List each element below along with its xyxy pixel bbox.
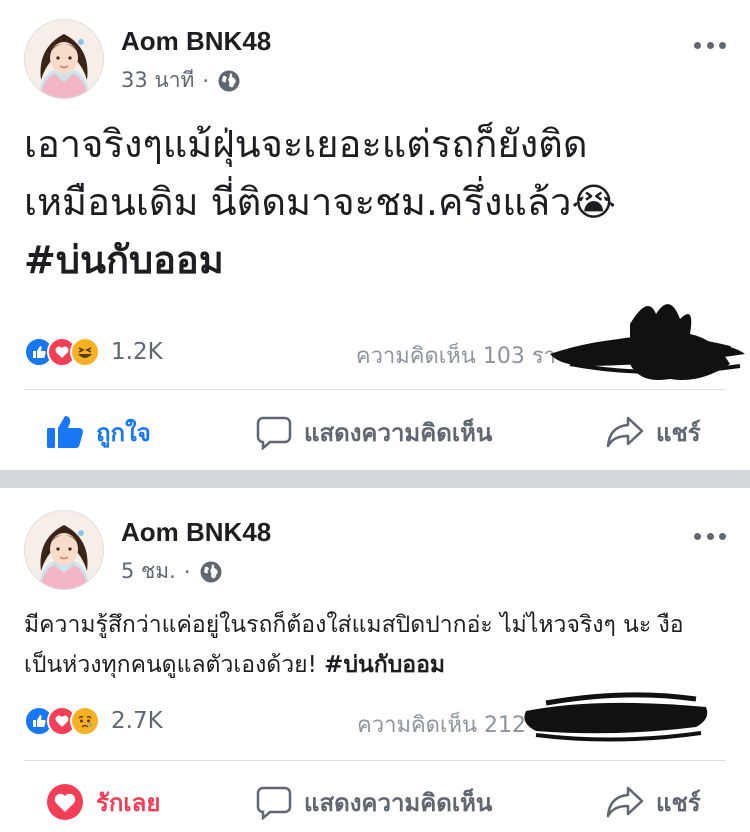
globe-icon [218,70,240,91]
meta-dot: · [183,559,191,584]
redaction-scribble [524,692,708,742]
post-time[interactable]: 5 ชม. [121,555,176,588]
comment-label: แสดงความคิดเห็น [304,788,493,817]
love-label: รักเลย [96,788,161,817]
like-button[interactable]: ถูกใจ [46,413,151,452]
post-text-line-1: เอาจริงๆแม้ฝุ่นจะเยอะแต่รถก็ยังติด [24,122,588,166]
post-actions: ถูกใจ แสดงความคิดเห็น แชร์ [0,402,750,462]
reactions-summary[interactable]: 1.2K ความคิดเห็น 103 รา [24,304,745,380]
share-icon [606,416,644,448]
hashtag-link[interactable]: #บ่นกับออม [24,231,724,289]
post-meta: 5 ชม. · [121,555,223,588]
reaction-count: 1.2K [111,339,163,365]
reaction-icons [24,706,100,736]
globe-icon [200,561,221,582]
haha-reaction-icon [70,337,100,367]
author-name[interactable]: Aom BNK48 [121,26,271,57]
comment-icon [256,786,292,820]
share-label: แชร์ [656,418,701,447]
avatar-image [25,20,103,98]
love-button[interactable]: รักเลย [46,783,160,822]
avatar[interactable] [24,510,104,590]
love-icon [47,784,83,820]
comments-count[interactable]: ความคิดเห็น 212 [357,707,526,742]
share-button[interactable]: แชร์ [606,413,701,452]
comment-button[interactable]: แสดงความคิดเห็น [256,413,492,452]
post-time[interactable]: 33 นาที [121,64,194,97]
divider [24,760,726,761]
comments-count[interactable]: ความคิดเห็น 103 รา [356,338,556,373]
share-icon [606,786,644,818]
post-meta: 33 นาที · [121,64,241,97]
post-text-line-2: เหมือนเดิม นี่ติดมาจะชม.ครึ่งแล้ว😭 [24,180,616,224]
divider [24,389,726,390]
redaction-scribble [550,304,745,380]
comment-label: แสดงความคิดเห็น [304,418,493,447]
avatar-image [25,511,103,589]
post-2: Aom BNK48 5 ชม. · มีความรู้สึกว่าแค่อยู่… [0,488,750,820]
post-separator [0,470,750,488]
avatar[interactable] [24,19,104,99]
sad-reaction-icon [70,706,100,736]
post-actions: รักเลย แสดงความคิดเห็น แชร์ [0,772,750,832]
comment-button[interactable]: แสดงความคิดเห็น [256,783,492,822]
like-label: ถูกใจ [96,418,151,447]
reaction-icons [24,337,100,367]
more-options-icon[interactable] [694,40,726,50]
share-label: แชร์ [656,788,701,817]
post-1: Aom BNK48 33 นาที · เอาจริงๆแม้ฝุ่นจะเยอ… [0,0,750,470]
reactions-summary[interactable]: 2.7K ความคิดเห็น 212 [24,692,726,742]
share-button[interactable]: แชร์ [606,783,701,822]
meta-dot: · [202,68,210,93]
comment-icon [256,416,292,450]
author-name[interactable]: Aom BNK48 [121,517,271,548]
reaction-count: 2.7K [111,708,163,734]
more-options-icon[interactable] [694,531,726,541]
post-text: มีความรู้สึกว่าแค่อยู่ในรถก็ต้องใส่แมสปิ… [24,605,724,685]
hashtag-link[interactable]: #บ่นกับออม [324,652,445,678]
post-text: เอาจริงๆแม้ฝุ่นจะเยอะแต่รถก็ยังติด เหมือ… [24,115,724,289]
like-icon [47,416,83,448]
